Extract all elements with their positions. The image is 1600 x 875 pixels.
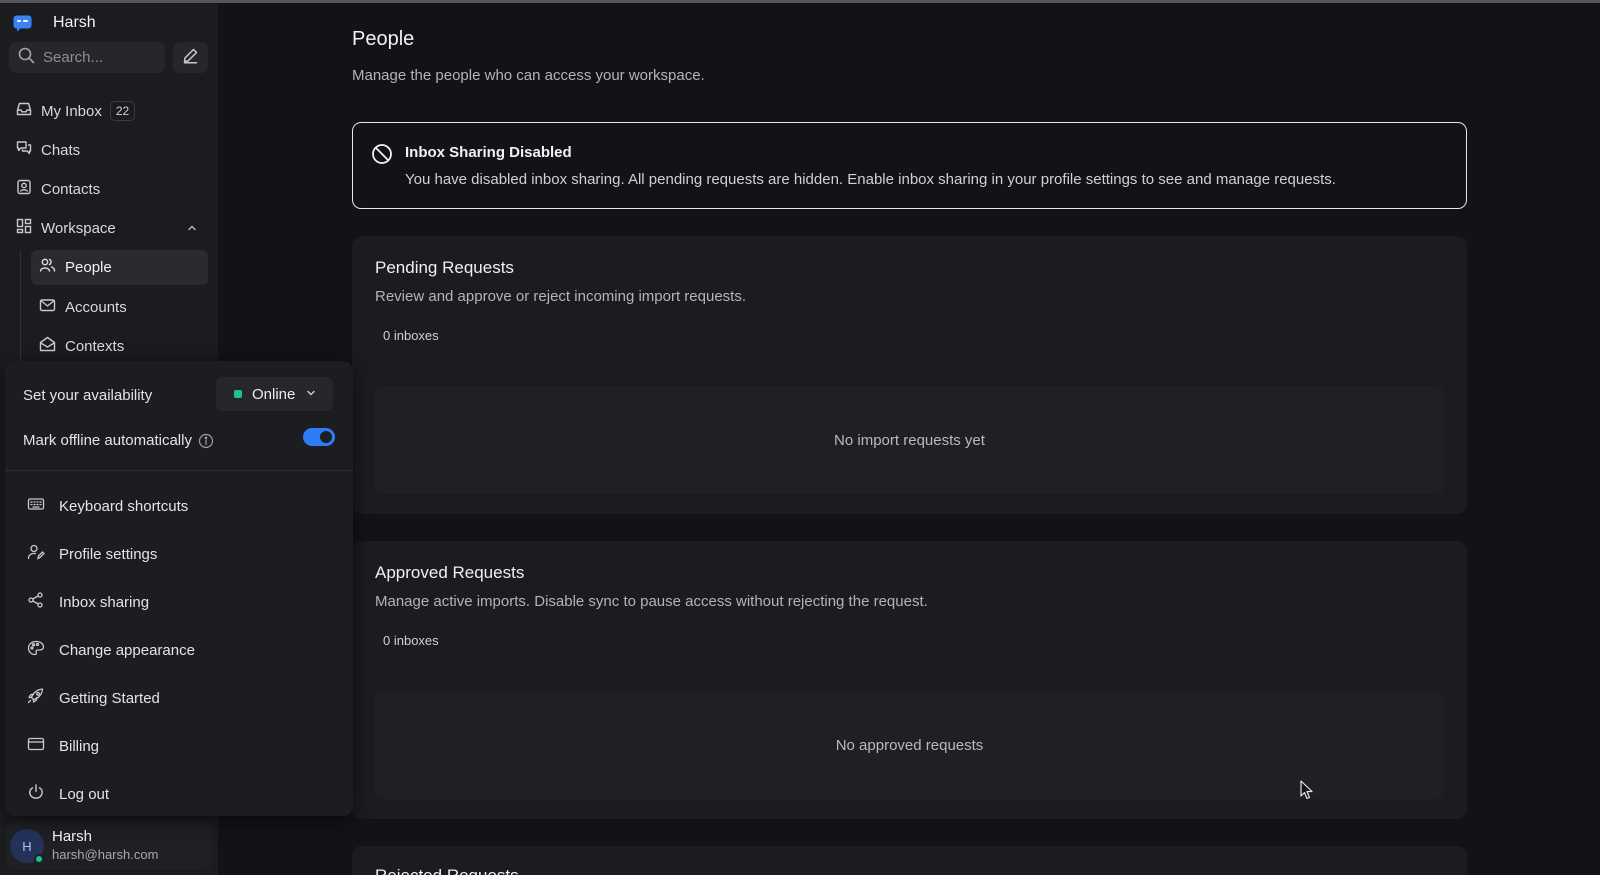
auto-offline-label: Mark offline automatically xyxy=(23,432,192,449)
menu-item-change-appearance[interactable]: Change appearance xyxy=(21,633,337,667)
sidebar-item-label: Contexts xyxy=(65,338,125,355)
menu-item-getting-started[interactable]: Getting Started xyxy=(21,681,337,715)
card-title: Rejected Requests xyxy=(375,866,519,875)
inbox-count: 0 inboxes xyxy=(383,328,439,343)
search-input[interactable] xyxy=(43,49,155,66)
auto-offline-row: Mark offline automatically xyxy=(23,432,214,449)
window-top-border xyxy=(0,0,1600,3)
availability-label: Set your availability xyxy=(23,387,153,404)
mail-icon xyxy=(39,297,56,318)
menu-item-billing[interactable]: Billing xyxy=(21,729,337,763)
compose-button[interactable] xyxy=(173,42,208,73)
search-icon xyxy=(18,47,35,69)
profile-settings-icon xyxy=(27,544,45,565)
menu-item-label: Keyboard shortcuts xyxy=(59,497,189,515)
sidebar-item-people[interactable]: People xyxy=(31,250,208,285)
inbox-icon xyxy=(16,101,32,122)
menu-item-label: Billing xyxy=(59,737,100,755)
palette-icon xyxy=(27,640,45,661)
empty-state: No import requests yet xyxy=(375,386,1444,494)
sidebar-item-label: Accounts xyxy=(65,299,127,316)
card-subtitle: Manage active imports. Disable sync to p… xyxy=(375,593,928,610)
sidebar-item-contexts[interactable]: Contexts xyxy=(31,329,208,364)
menu-item-label: Change appearance xyxy=(59,641,195,659)
empty-state: No approved requests xyxy=(375,691,1444,799)
menu-divider xyxy=(5,470,353,471)
sidebar-item-workspace[interactable]: Workspace xyxy=(8,212,208,244)
toggle-knob xyxy=(320,431,332,443)
contacts-icon xyxy=(16,179,32,200)
ban-icon xyxy=(371,143,393,170)
chevron-up-icon xyxy=(186,221,198,239)
menu-item-inbox-sharing[interactable]: Inbox sharing xyxy=(21,585,337,619)
tree-guide-line xyxy=(20,251,21,363)
menu-item-log-out[interactable]: Log out xyxy=(21,777,337,811)
rocket-icon xyxy=(27,687,45,709)
online-status-dot xyxy=(234,390,242,398)
sidebar-item-label: Chats xyxy=(41,141,81,159)
auto-offline-toggle[interactable] xyxy=(303,428,335,446)
pending-requests-card: Pending Requests Review and approve or r… xyxy=(352,236,1467,514)
inbox-count: 0 inboxes xyxy=(383,633,439,648)
workspace-icon xyxy=(16,218,32,239)
search-box[interactable] xyxy=(9,42,165,73)
user-menu-popup: Set your availability Online Mark offlin… xyxy=(5,361,353,816)
sidebar-item-label: My Inbox xyxy=(41,102,102,120)
workspace-name: Harsh xyxy=(53,14,96,31)
sidebar-item-chats[interactable]: Chats xyxy=(8,134,208,166)
rejected-requests-card: Rejected Requests xyxy=(352,846,1467,875)
user-name: Harsh xyxy=(52,828,93,845)
power-icon xyxy=(27,783,45,805)
mouse-pointer-icon xyxy=(1300,780,1314,805)
credit-card-icon xyxy=(27,736,45,757)
availability-value: Online xyxy=(252,385,296,403)
sidebar-item-contacts[interactable]: Contacts xyxy=(8,173,208,205)
open-mail-icon xyxy=(39,336,56,357)
info-icon[interactable] xyxy=(198,433,214,449)
chat-logo-icon xyxy=(12,14,32,32)
alert-title: Inbox Sharing Disabled xyxy=(405,144,572,161)
menu-item-profile-settings[interactable]: Profile settings xyxy=(21,537,337,571)
menu-item-label: Inbox sharing xyxy=(59,593,150,611)
edit-icon xyxy=(182,47,199,69)
menu-item-keyboard-shortcuts[interactable]: Keyboard shortcuts xyxy=(21,489,337,523)
chats-icon xyxy=(16,140,32,161)
share-icon xyxy=(27,591,45,613)
sidebar-item-label: Workspace xyxy=(41,219,116,237)
inbox-sharing-alert: Inbox Sharing Disabled You have disabled… xyxy=(352,122,1467,209)
card-title: Pending Requests xyxy=(375,258,514,277)
approved-requests-card: Approved Requests Manage active imports.… xyxy=(352,541,1467,819)
sidebar-item-label: People xyxy=(65,259,112,276)
workspace-header[interactable]: Harsh xyxy=(12,13,96,33)
alert-text: You have disabled inbox sharing. All pen… xyxy=(405,171,1336,188)
menu-item-label: Log out xyxy=(59,785,110,803)
user-email: harsh@harsh.com xyxy=(52,847,159,862)
sidebar-item-my-inbox[interactable]: My Inbox 22 xyxy=(8,95,208,127)
menu-item-label: Profile settings xyxy=(59,545,158,563)
keyboard-icon xyxy=(27,496,45,517)
sidebar-item-accounts[interactable]: Accounts xyxy=(31,290,208,325)
page-subtitle: Manage the people who can access your wo… xyxy=(352,67,705,84)
online-status-dot xyxy=(34,854,44,864)
people-icon xyxy=(39,257,56,278)
availability-select[interactable]: Online xyxy=(216,377,333,411)
unread-count-badge: 22 xyxy=(109,101,136,121)
sidebar-item-label: Contacts xyxy=(41,180,101,198)
user-profile-button[interactable]: H Harsh harsh@harsh.com xyxy=(6,822,212,870)
chevron-down-icon xyxy=(305,386,317,403)
card-title: Approved Requests xyxy=(375,563,525,582)
card-subtitle: Review and approve or reject incoming im… xyxy=(375,288,747,305)
menu-item-label: Getting Started xyxy=(59,689,160,707)
page-title: People xyxy=(352,28,415,50)
